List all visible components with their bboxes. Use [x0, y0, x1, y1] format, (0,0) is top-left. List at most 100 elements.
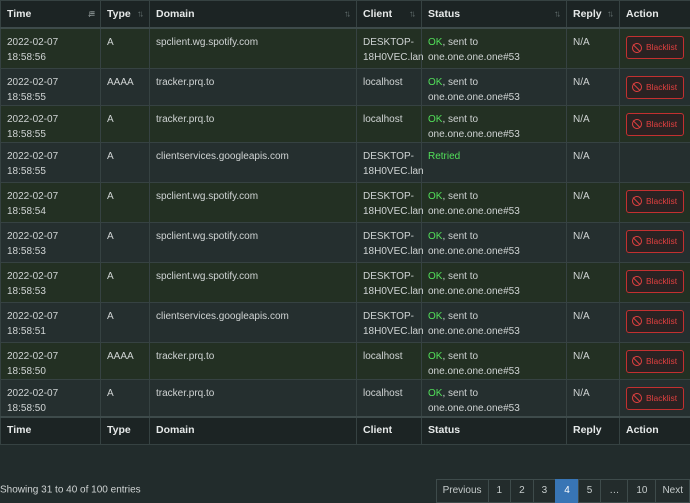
blacklist-button[interactable]: Blacklist [626, 113, 684, 136]
pagination-page-2[interactable]: 2 [510, 479, 534, 503]
pagination-previous[interactable]: Previous [436, 479, 489, 503]
cell-action: Blacklist [620, 105, 690, 142]
ban-icon [632, 196, 642, 206]
sort-icon: ↑↓ [607, 7, 612, 22]
pagination-page-3[interactable]: 3 [533, 479, 557, 503]
column-header-time[interactable]: Time↓≡ [1, 1, 101, 29]
column-header-reply[interactable]: Reply↑↓ [567, 1, 620, 29]
ban-icon [632, 119, 642, 129]
cell-client: DESKTOP-18H0VEC.lan [357, 142, 422, 182]
cell-status: OK, sent to one.one.one.one#53 [422, 262, 567, 302]
cell-client: DESKTOP-18H0VEC.lan [357, 302, 422, 342]
pagination-page-1[interactable]: 1 [488, 479, 512, 503]
cell-domain: tracker.prq.to [150, 379, 357, 417]
blacklist-button[interactable]: Blacklist [626, 310, 684, 333]
cell-client: DESKTOP-18H0VEC.lan [357, 262, 422, 302]
ban-icon [632, 356, 642, 366]
blacklist-button[interactable]: Blacklist [626, 270, 684, 293]
sort-descending-icon: ↓≡ [87, 7, 93, 22]
cell-time: 2022-02-07 18:58:53 [1, 222, 101, 262]
cell-action: Blacklist [620, 68, 690, 105]
ban-icon [632, 236, 642, 246]
cell-domain: tracker.prq.to [150, 68, 357, 105]
ban-icon [632, 393, 642, 403]
cell-domain: spclient.wg.spotify.com [150, 28, 357, 68]
sort-icon: ↑↓ [409, 7, 414, 22]
blacklist-label: Blacklist [646, 117, 677, 132]
cell-time: 2022-02-07 18:58:50 [1, 342, 101, 379]
cell-domain: tracker.prq.to [150, 342, 357, 379]
cell-reply: N/A [567, 142, 620, 182]
cell-reply: N/A [567, 68, 620, 105]
cell-reply: N/A [567, 105, 620, 142]
footer-client: Client [357, 417, 422, 445]
cell-status: OK, sent to one.one.one.one#53 [422, 302, 567, 342]
blacklist-label: Blacklist [646, 354, 677, 369]
cell-status: OK, sent to one.one.one.one#53 [422, 28, 567, 68]
cell-type: A [101, 28, 150, 68]
cell-type: A [101, 379, 150, 417]
ban-icon [632, 276, 642, 286]
cell-action: Blacklist [620, 262, 690, 302]
cell-time: 2022-02-07 18:58:50 [1, 379, 101, 417]
table-row: 2022-02-07 18:58:55Aclientservices.googl… [1, 142, 690, 182]
cell-client: DESKTOP-18H0VEC.lan [357, 222, 422, 262]
cell-status: Retried [422, 142, 567, 182]
cell-time: 2022-02-07 18:58:55 [1, 68, 101, 105]
cell-type: A [101, 222, 150, 262]
cell-reply: N/A [567, 379, 620, 417]
blacklist-button[interactable]: Blacklist [626, 350, 684, 373]
cell-domain: spclient.wg.spotify.com [150, 262, 357, 302]
status-detail: , sent to one.one.one.one#53 [428, 351, 520, 377]
blacklist-button[interactable]: Blacklist [626, 76, 684, 99]
cell-reply: N/A [567, 28, 620, 68]
blacklist-label: Blacklist [646, 40, 677, 55]
sort-icon: ↑↓ [554, 7, 559, 22]
query-log-table: Time↓≡ Type↑↓ Domain↑↓ Client↑↓ Status↑↓… [0, 0, 690, 445]
column-header-type[interactable]: Type↑↓ [101, 1, 150, 29]
blacklist-button[interactable]: Blacklist [626, 190, 684, 213]
cell-status: OK, sent to one.one.one.one#53 [422, 222, 567, 262]
cell-client: DESKTOP-18H0VEC.lan [357, 182, 422, 222]
status-detail: , sent to one.one.one.one#53 [428, 191, 520, 217]
cell-type: AAAA [101, 68, 150, 105]
status-label: OK [428, 231, 442, 242]
status-label: OK [428, 114, 442, 125]
footer-time: Time [1, 417, 101, 445]
footer-domain: Domain [150, 417, 357, 445]
pagination-page-4[interactable]: 4 [555, 479, 579, 503]
blacklist-label: Blacklist [646, 234, 677, 249]
blacklist-label: Blacklist [646, 274, 677, 289]
cell-type: A [101, 302, 150, 342]
blacklist-button[interactable]: Blacklist [626, 387, 684, 410]
table-row: 2022-02-07 18:58:53Aspclient.wg.spotify.… [1, 222, 690, 262]
column-header-domain[interactable]: Domain↑↓ [150, 1, 357, 29]
blacklist-button[interactable]: Blacklist [626, 230, 684, 253]
cell-action: Blacklist [620, 222, 690, 262]
cell-status: OK, sent to one.one.one.one#53 [422, 342, 567, 379]
pagination-ellipsis[interactable]: … [600, 479, 628, 503]
pagination-page-10[interactable]: 10 [627, 479, 656, 503]
footer-type: Type [101, 417, 150, 445]
cell-reply: N/A [567, 182, 620, 222]
column-header-action: Action [620, 1, 690, 29]
status-label: Retried [428, 151, 460, 162]
pagination-page-5[interactable]: 5 [578, 479, 602, 503]
column-header-status[interactable]: Status↑↓ [422, 1, 567, 29]
cell-action: Blacklist [620, 302, 690, 342]
footer-status: Status [422, 417, 567, 445]
table-row: 2022-02-07 18:58:50Atracker.prq.tolocalh… [1, 379, 690, 417]
cell-domain: spclient.wg.spotify.com [150, 182, 357, 222]
pagination-next[interactable]: Next [655, 479, 690, 503]
cell-action: Blacklist [620, 342, 690, 379]
cell-type: AAAA [101, 342, 150, 379]
cell-status: OK, sent to one.one.one.one#53 [422, 68, 567, 105]
blacklist-label: Blacklist [646, 391, 677, 406]
blacklist-button[interactable]: Blacklist [626, 36, 684, 59]
column-header-client[interactable]: Client↑↓ [357, 1, 422, 29]
status-detail: , sent to one.one.one.one#53 [428, 231, 520, 257]
table-header-row: Time↓≡ Type↑↓ Domain↑↓ Client↑↓ Status↑↓… [1, 1, 690, 29]
table-row: 2022-02-07 18:58:55AAAAtracker.prq.toloc… [1, 68, 690, 105]
table-body: 2022-02-07 18:58:56Aspclient.wg.spotify.… [1, 28, 690, 417]
cell-action [620, 142, 690, 182]
